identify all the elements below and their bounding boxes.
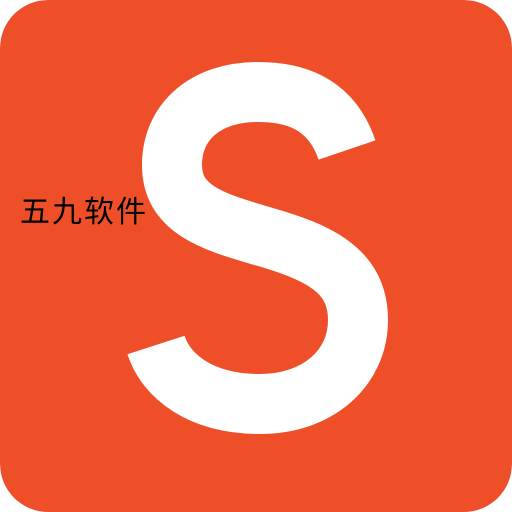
app-icon[interactable] [0,0,512,512]
app-icon-graphic [0,0,512,512]
watermark-text: 五九软件 [20,195,148,230]
